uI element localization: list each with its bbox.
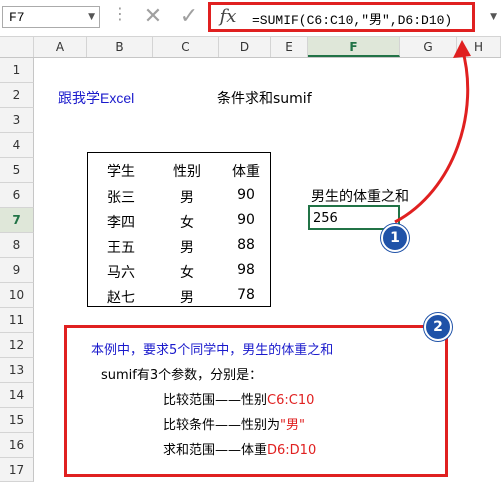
annotation-line-5-text: 求和范围——体重 bbox=[163, 443, 268, 458]
annotation-line-4-criteria: "男" bbox=[280, 418, 305, 433]
annotation-line-3-range: C6:C10 bbox=[267, 393, 315, 408]
arrow-head bbox=[453, 40, 471, 58]
annotation-line-2: sumif有3个参数，分别是： bbox=[101, 368, 263, 383]
annotation-line-5-range: D6:D10 bbox=[267, 443, 317, 458]
annotation-line-3-text: 比较范围——性别 bbox=[163, 393, 268, 408]
annotation-line-4-text: 比较条件——性别为 bbox=[163, 418, 281, 433]
annotation-line-1: 本例中，要求5个同学中，男生的体重之和 bbox=[91, 343, 334, 358]
annotation-line-3: 比较范围——性别C6:C10 bbox=[163, 389, 314, 408]
badge-1: 1 bbox=[381, 224, 409, 252]
annotation-line-4: 比较条件——性别为"男" bbox=[163, 414, 305, 433]
badge-2: 2 bbox=[424, 313, 452, 341]
annotation-line-5: 求和范围——体重D6:D10 bbox=[163, 439, 316, 458]
arrow-curve bbox=[394, 47, 470, 224]
annotation-box: 本例中，要求5个同学中，男生的体重之和 sumif有3个参数，分别是： 比较范围… bbox=[64, 325, 448, 477]
